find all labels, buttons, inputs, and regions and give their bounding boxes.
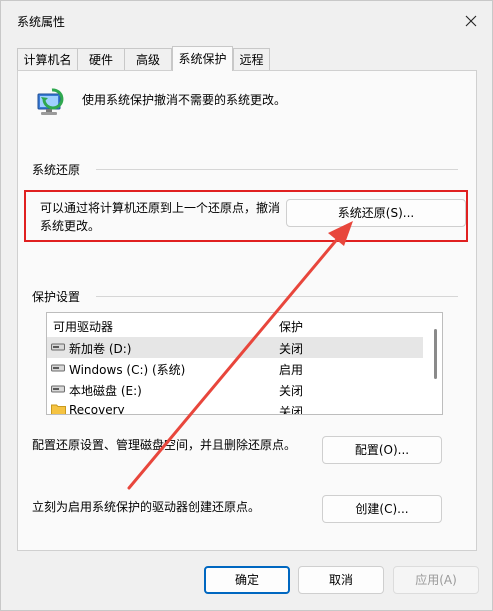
configure-description: 配置还原设置、管理磁盘空间，并且删除还原点。 [32, 438, 297, 452]
drive-name: Recovery [69, 403, 125, 415]
column-header-drive[interactable]: 可用驱动器 [53, 318, 113, 335]
create-button[interactable]: 创建(C)... [322, 495, 442, 523]
close-button[interactable] [456, 6, 486, 36]
tab-hardware[interactable]: 硬件 [77, 48, 125, 70]
drive-icon [51, 364, 65, 372]
configure-button[interactable]: 配置(O)... [322, 436, 442, 464]
drive-protection-status: 关闭 [279, 384, 304, 398]
apply-button[interactable]: 应用(A) [393, 566, 479, 594]
system-protection-panel: 使用系统保护撤消不需要的系统更改。 系统还原 可以通过将计算机还原到上一个还原点… [17, 70, 477, 551]
drive-name: 本地磁盘 (E:) [69, 384, 142, 398]
system-restore-description: 可以通过将计算机还原到上一个还原点，撤消 系统更改。 [40, 201, 281, 233]
drive-list-scrollbar[interactable] [428, 313, 442, 414]
scrollbar-thumb[interactable] [434, 329, 437, 379]
folder-icon [51, 404, 66, 414]
system-restore-title: 系统还原 [32, 163, 81, 177]
drive-name: 新加卷 (D:) [69, 342, 132, 356]
system-restore-highlight-box: 可以通过将计算机还原到上一个还原点，撤消 系统更改。 系统还原(S)... [24, 190, 468, 242]
drive-row-d[interactable]: 新加卷 (D:) 关闭 [47, 337, 423, 358]
title-bar[interactable]: 系统属性 [1, 1, 492, 41]
drive-protection-status: 关闭 [279, 342, 304, 356]
drive-protection-status: 关闭 [279, 405, 304, 415]
drive-row-e[interactable]: 本地磁盘 (E:) 关闭 [47, 379, 423, 400]
ok-button[interactable]: 确定 [204, 566, 290, 594]
window-title: 系统属性 [17, 15, 66, 29]
drive-row-c[interactable]: Windows (C:) (系统) 启用 [47, 358, 423, 379]
system-restore-divider [96, 169, 458, 170]
protection-settings-title: 保护设置 [32, 290, 81, 304]
column-header-protection[interactable]: 保护 [279, 318, 303, 335]
protection-settings-divider [96, 296, 458, 297]
tab-remote[interactable]: 远程 [233, 48, 270, 70]
close-icon [465, 15, 477, 27]
tab-system-protection[interactable]: 系统保护 [172, 46, 233, 71]
drive-icon [51, 343, 65, 351]
system-restore-button[interactable]: 系统还原(S)... [286, 199, 466, 227]
drive-protection-status: 启用 [279, 363, 304, 377]
drive-list-header: 可用驱动器 保护 [47, 313, 442, 336]
drive-row-recovery[interactable]: Recovery 关闭 [47, 400, 423, 415]
create-description: 立刻为启用系统保护的驱动器创建还原点。 [32, 500, 261, 514]
tab-advanced[interactable]: 高级 [124, 48, 172, 70]
header-description: 使用系统保护撤消不需要的系统更改。 [82, 93, 287, 107]
cancel-button[interactable]: 取消 [298, 566, 384, 594]
tab-computer-name[interactable]: 计算机名 [17, 48, 78, 70]
drive-name: Windows (C:) (系统) [69, 363, 186, 377]
drive-icon [51, 385, 65, 393]
system-properties-window: 系统属性 计算机名 硬件 高级 系统保护 远程 使用系统保护撤消不需要的系统更改… [0, 0, 493, 611]
drive-list[interactable]: 可用驱动器 保护 新加卷 (D:) 关闭 Windows (C:) (系统) 启… [46, 312, 443, 415]
system-protection-icon [37, 88, 64, 115]
